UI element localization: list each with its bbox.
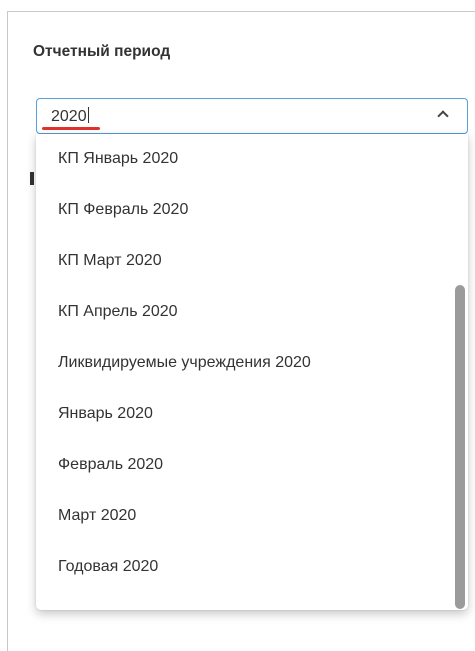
- option-item[interactable]: Январь 2020: [36, 388, 468, 439]
- annotation-underline: [42, 127, 100, 130]
- option-item[interactable]: Годовая 2020: [36, 541, 468, 592]
- report-period-dropdown: КП Январь 2020 КП Февраль 2020 КП Март 2…: [36, 134, 468, 610]
- option-item[interactable]: Февраль 2020: [36, 439, 468, 490]
- option-item[interactable]: Март 2020: [36, 490, 468, 541]
- chevron-up-icon[interactable]: [437, 110, 449, 122]
- dropdown-scrollbar[interactable]: [454, 134, 468, 610]
- hidden-label-fragment: [30, 172, 34, 185]
- option-item[interactable]: Ликвидируемые учреждения 2020: [36, 337, 468, 388]
- report-period-input[interactable]: 2020: [51, 107, 89, 126]
- scrollbar-thumb[interactable]: [455, 285, 465, 609]
- option-item[interactable]: КП Январь 2020: [36, 134, 468, 184]
- report-period-title: Отчетный период: [33, 43, 171, 60]
- select-value-text: 2020: [51, 108, 87, 125]
- text-cursor: [87, 107, 89, 123]
- option-item[interactable]: КП Март 2020: [36, 235, 468, 286]
- option-item[interactable]: КП Февраль 2020: [36, 184, 468, 235]
- report-period-select[interactable]: 2020: [36, 98, 468, 134]
- options-list: КП Январь 2020 КП Февраль 2020 КП Март 2…: [36, 134, 468, 592]
- option-item[interactable]: КП Апрель 2020: [36, 286, 468, 337]
